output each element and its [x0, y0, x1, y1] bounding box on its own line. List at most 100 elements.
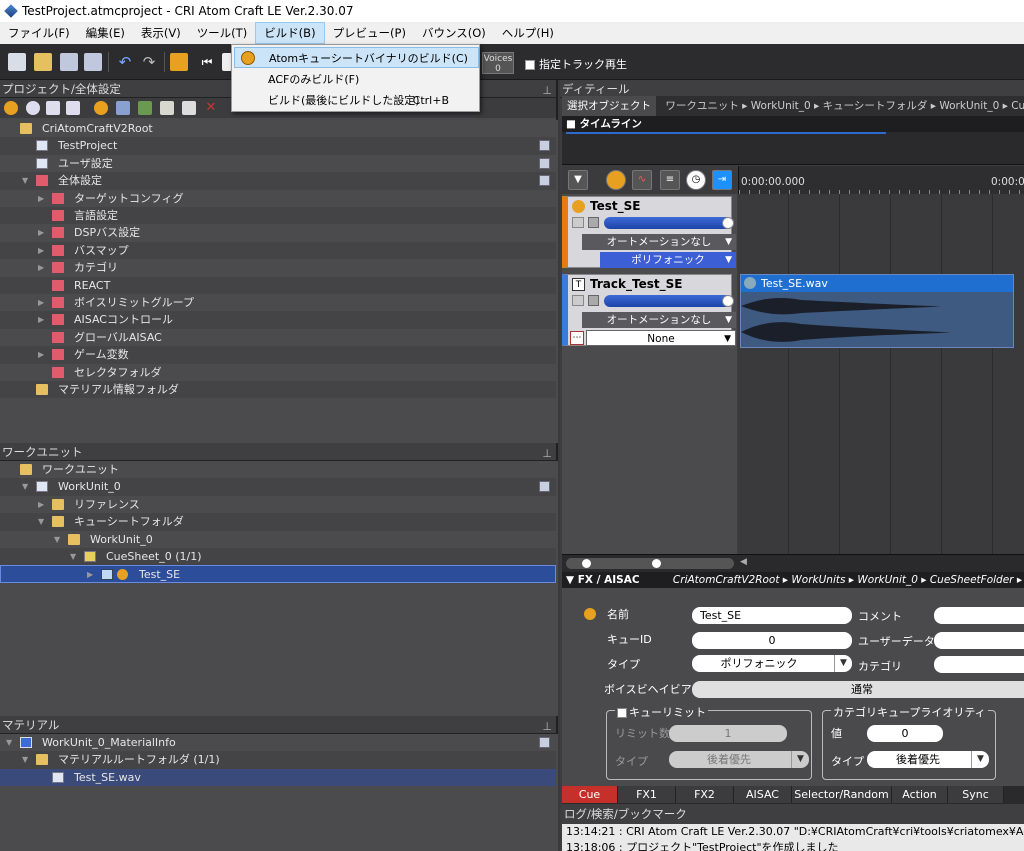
- undo-icon[interactable]: ↶: [116, 53, 134, 71]
- timeline-scrollbar[interactable]: ◀: [562, 554, 1024, 572]
- tree-item[interactable]: ▶ DSPバス設定: [0, 224, 556, 241]
- waveform-clip[interactable]: Test_SE.wav: [740, 274, 1014, 348]
- save-all-icon[interactable]: [60, 53, 78, 71]
- limit-count-field[interactable]: 1: [669, 725, 787, 742]
- workunit-panel-header: ワークユニット ⊥: [0, 443, 556, 461]
- tree-item[interactable]: ▼ キューシートフォルダ: [0, 513, 556, 531]
- tree-item[interactable]: ユーザ設定: [0, 155, 556, 172]
- fx-aisac-header[interactable]: ▼ FX / AISAC CriAtomCraftV2Root ▸ WorkUn…: [562, 572, 1024, 588]
- menu-edit[interactable]: 編集(E): [78, 22, 133, 44]
- tree-item[interactable]: ▶ リファレンス: [0, 496, 556, 513]
- tree-item[interactable]: ▼ WorkUnit_0: [0, 531, 556, 548]
- timeline-ruler[interactable]: 0:00:00.000 0:00:01: [738, 166, 1024, 194]
- track-icon[interactable]: [26, 101, 40, 115]
- delete-icon[interactable]: ✕: [204, 101, 218, 115]
- list-icon[interactable]: ≡: [660, 170, 680, 190]
- cue-track-header[interactable]: Test_SE オートメーションなし ▼ ポリフォニック ▼: [562, 196, 736, 268]
- volume-slider[interactable]: [604, 295, 734, 307]
- menu-bounce[interactable]: バウンス(O): [414, 22, 494, 44]
- menu-view[interactable]: 表示(V): [133, 22, 189, 44]
- tree-item[interactable]: 言語設定: [0, 207, 556, 225]
- cue-type-select[interactable]: ポリフォニック ▼: [600, 252, 736, 268]
- redo-icon[interactable]: ↷: [140, 53, 158, 71]
- limit-type-select[interactable]: 後着優先 ▼: [669, 751, 809, 768]
- tab-fx2[interactable]: FX2: [676, 786, 734, 803]
- track-header[interactable]: T Track_Test_SE オートメーションなし ▼ ⋯ None ▼: [562, 274, 736, 346]
- tab-sync[interactable]: Sync: [948, 786, 1004, 803]
- build-icon[interactable]: [170, 53, 188, 71]
- tree-item[interactable]: グローバルAISAC: [0, 329, 556, 346]
- userdata-field[interactable]: [934, 632, 1024, 649]
- menu-item-build-acf[interactable]: ACFのみビルド(F): [234, 69, 479, 90]
- menu-file[interactable]: ファイル(F): [0, 22, 78, 44]
- tree-item-selected[interactable]: Test_SE.wav: [0, 768, 556, 787]
- curve-icon[interactable]: ∿: [632, 170, 652, 190]
- automation-select[interactable]: オートメーションなし ▼: [582, 312, 736, 328]
- menu-item-build-cuesheet[interactable]: Atomキューシートバイナリのビルド(C) ...: [234, 47, 479, 86]
- track-icon[interactable]: [46, 101, 60, 115]
- tree-item[interactable]: ▼ WorkUnit_0: [0, 478, 556, 496]
- clock-icon[interactable]: ◷: [686, 170, 706, 190]
- voice-behavior-select[interactable]: 通常: [692, 681, 1024, 698]
- name-field[interactable]: Test_SE: [692, 607, 852, 624]
- comment-field[interactable]: [934, 607, 1024, 624]
- priority-value-field[interactable]: 0: [867, 725, 943, 742]
- type-select[interactable]: ポリフォニック ▼: [692, 655, 852, 672]
- category-field[interactable]: [934, 656, 1024, 673]
- waveform-icon[interactable]: [160, 101, 174, 115]
- priority-type-select[interactable]: 後着優先 ▼: [867, 751, 989, 768]
- save-icon[interactable]: [84, 53, 102, 71]
- tree-item[interactable]: CriAtomCraftV2Root: [0, 120, 556, 137]
- tree-item[interactable]: ▶ AISACコントロール: [0, 311, 556, 329]
- cue-icon[interactable]: [606, 170, 626, 190]
- track-icon[interactable]: [66, 101, 80, 115]
- tab-selector-random[interactable]: Selector/Random: [792, 786, 892, 803]
- tree-item[interactable]: マテリアル情報フォルダ: [0, 381, 556, 399]
- tab-action[interactable]: Action: [892, 786, 948, 803]
- selected-object-tab[interactable]: 選択オブジェクト: [562, 96, 656, 116]
- tab-fx1[interactable]: FX1: [618, 786, 676, 803]
- edit-icon[interactable]: [182, 101, 196, 115]
- tree-item[interactable]: ▶ ゲーム変数: [0, 346, 556, 364]
- menu-preview[interactable]: プレビュー(P): [325, 22, 414, 44]
- tree-item[interactable]: ▼ WorkUnit_0_MaterialInfo: [0, 734, 556, 751]
- new-project-icon[interactable]: [8, 53, 26, 71]
- timeline-header[interactable]: ■ タイムライン: [562, 116, 1024, 132]
- open-folder-icon[interactable]: [34, 53, 52, 71]
- table-icon[interactable]: [116, 101, 130, 115]
- skip-back-icon[interactable]: ⏮: [198, 53, 216, 71]
- tree-item[interactable]: ▶ ターゲットコンフィグ: [0, 190, 556, 207]
- export-icon[interactable]: [138, 101, 152, 115]
- automation-select[interactable]: オートメーションなし ▼: [582, 234, 736, 250]
- dropdown-icon[interactable]: ▼: [568, 170, 588, 190]
- menu-tool[interactable]: ツール(T): [189, 22, 256, 44]
- track-play-toggle[interactable]: 指定トラック再生: [525, 56, 627, 72]
- tree-item[interactable]: ▼ CueSheet_0 (1/1): [0, 548, 556, 566]
- cue-icon[interactable]: [4, 101, 18, 115]
- cueid-field[interactable]: 0: [692, 632, 852, 649]
- menu-item-build-last[interactable]: ビルド(最後にビルドした設定) Ctrl+B: [234, 90, 479, 111]
- tree-item[interactable]: ▶ カテゴリ: [0, 259, 556, 276]
- menu-help[interactable]: ヘルプ(H): [494, 22, 562, 44]
- breadcrumb-path[interactable]: ワークユニット ▸ WorkUnit_0 ▸ キューシートフォルダ ▸ Work…: [659, 100, 1024, 112]
- volume-slider[interactable]: [604, 217, 734, 229]
- tree-item[interactable]: ▼ 全体設定: [0, 172, 556, 190]
- cue-icon[interactable]: [94, 101, 108, 115]
- tree-item[interactable]: REACT: [0, 276, 556, 294]
- tree-item-selected[interactable]: ▶ Test_SE: [0, 565, 556, 583]
- tree-item[interactable]: ▶ ボイスリミットグループ: [0, 294, 556, 311]
- tree-item[interactable]: ワークユニット: [0, 461, 556, 478]
- track-select[interactable]: None ▼: [586, 330, 736, 346]
- tab-cue[interactable]: Cue: [562, 786, 618, 803]
- menu-build[interactable]: ビルド(B): [255, 22, 325, 44]
- tree-item[interactable]: ▼ マテリアルルートフォルダ (1/1): [0, 751, 556, 769]
- tree-item[interactable]: ▶ バスマップ: [0, 241, 556, 260]
- voices-value: 0: [495, 64, 501, 74]
- cue-limit-title[interactable]: キューリミット: [615, 704, 708, 720]
- track-play-checkbox[interactable]: [525, 60, 535, 70]
- snap-icon[interactable]: ⇥: [712, 170, 732, 190]
- tree-item[interactable]: TestProject: [0, 137, 556, 155]
- tab-aisac[interactable]: AISAC: [734, 786, 792, 803]
- tree-item[interactable]: セレクタフォルダ: [0, 364, 556, 381]
- timeline-area[interactable]: [738, 194, 1024, 554]
